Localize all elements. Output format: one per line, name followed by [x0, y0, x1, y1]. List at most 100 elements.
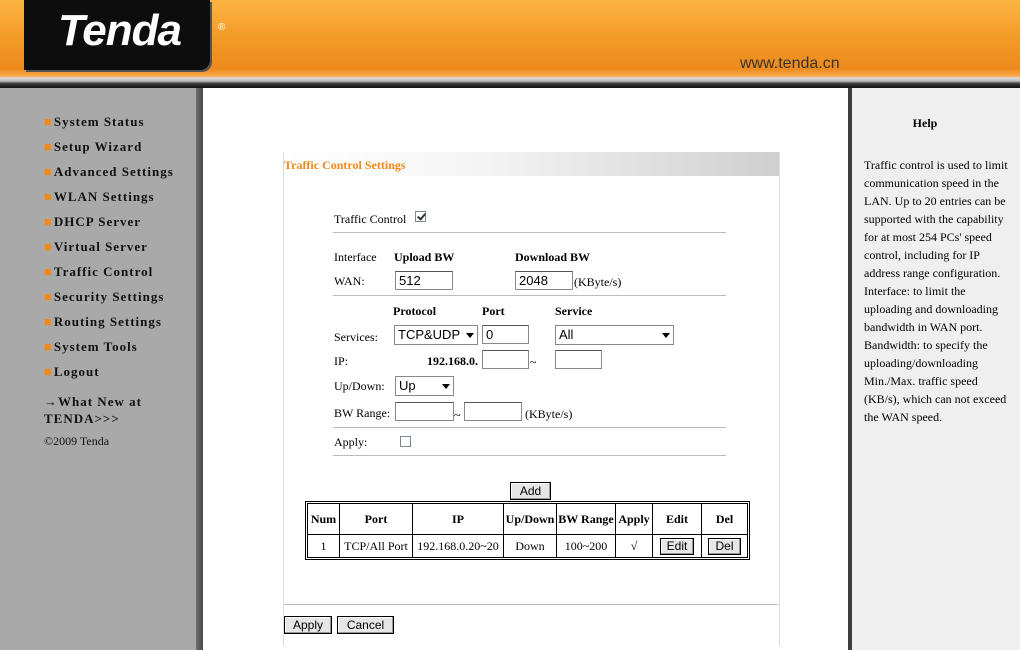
cell-updown: Down [503, 534, 557, 558]
site-url: www.tenda.cn [740, 55, 840, 72]
sidebar-item-label: DHCP Server [53, 214, 142, 229]
bw-range-separator: ~ [454, 408, 461, 422]
bullet-icon: ■ [44, 189, 53, 204]
bullet-icon: ■ [44, 339, 53, 354]
divider [333, 455, 726, 457]
delete-button[interactable]: Del [708, 537, 741, 555]
cell-bw-range: 100~200 [556, 534, 616, 558]
service-select[interactable]: All [555, 325, 674, 345]
table-row: 1 TCP/All Port 192.168.0.20~20 Down 100~… [307, 534, 748, 558]
sidebar-item-label: System Tools [53, 339, 138, 354]
bullet-icon: ■ [44, 214, 53, 229]
column-header-edit: Edit [652, 503, 702, 535]
protocol-selected: TCP&UDP [398, 327, 461, 342]
apply-button[interactable]: Apply [284, 616, 332, 634]
column-header-ip: IP [412, 503, 504, 535]
sidebar-item-label: Virtual Server [53, 239, 148, 254]
sidebar-item-label: System Status [53, 114, 145, 129]
whats-new-line1: →What New at [44, 394, 142, 409]
sidebar-item-label: Traffic Control [53, 264, 154, 279]
table-header-row: Num Port IP Up/Down BW Range Apply Edit … [307, 503, 748, 535]
apply-checkbox[interactable] [400, 436, 411, 447]
cell-edit: Edit [652, 534, 702, 558]
column-header-bw-range: BW Range [556, 503, 616, 535]
whats-new-link[interactable]: →What New at TENDA>>> [44, 393, 142, 427]
panel-title-bar: Traffic Control Settings [284, 152, 779, 176]
sidebar-item-logout[interactable]: ■Logout [44, 364, 100, 380]
upload-bw-input[interactable] [395, 271, 453, 290]
sidebar-item-routing-settings[interactable]: ■Routing Settings [44, 314, 162, 330]
sidebar-item-label: Security Settings [53, 289, 165, 304]
ip-start-input[interactable] [482, 350, 529, 369]
bullet-icon: ■ [44, 364, 53, 379]
bullet-icon: ■ [44, 289, 53, 304]
updown-selected: Up [399, 378, 416, 393]
sidebar-item-wlan-settings[interactable]: ■WLAN Settings [44, 189, 155, 205]
bullet-icon: ■ [44, 264, 53, 279]
bullet-icon: ■ [44, 314, 53, 329]
rules-table: Num Port IP Up/Down BW Range Apply Edit … [305, 501, 750, 560]
edit-button[interactable]: Edit [659, 537, 695, 555]
sidebar-edge [196, 88, 203, 650]
download-bw-input[interactable] [515, 271, 573, 290]
updown-label: Up/Down: [334, 379, 385, 393]
cell-ip: 192.168.0.20~20 [412, 534, 504, 558]
sidebar-item-label: Advanced Settings [53, 164, 174, 179]
service-selected: All [559, 327, 574, 342]
bullet-icon: ■ [44, 114, 53, 129]
bullet-icon: ■ [44, 239, 53, 254]
cell-apply: √ [615, 534, 653, 558]
port-input[interactable] [482, 325, 529, 344]
column-header-num: Num [307, 503, 340, 535]
help-body: Traffic control is used to limit communi… [864, 158, 1008, 424]
column-header-apply: Apply [615, 503, 653, 535]
chevron-down-icon [442, 384, 450, 389]
bw-range-max-input[interactable] [464, 402, 522, 421]
download-unit-label: (KByte/s) [574, 275, 622, 289]
services-label: Services: [334, 330, 378, 344]
sidebar-item-label: Routing Settings [53, 314, 162, 329]
sidebar-item-system-status[interactable]: ■System Status [44, 114, 145, 130]
sidebar-item-label: Logout [53, 364, 100, 379]
upload-bw-label: Upload BW [394, 250, 455, 264]
divider [284, 604, 778, 606]
column-header-del: Del [701, 503, 748, 535]
tenda-logo: Tenda ® [24, 0, 225, 70]
protocol-select[interactable]: TCP&UDP [394, 325, 478, 345]
apply-label: Apply: [334, 435, 368, 449]
sidebar-item-traffic-control[interactable]: ■Traffic Control [44, 264, 153, 280]
cancel-button[interactable]: Cancel [337, 616, 394, 634]
help-panel: Help Traffic control is used to limit co… [852, 88, 1020, 650]
ip-range-separator: ~ [530, 355, 537, 369]
sidebar-item-dhcp-server[interactable]: ■DHCP Server [44, 214, 141, 230]
chevron-down-icon [662, 333, 670, 338]
ip-end-input[interactable] [555, 350, 602, 369]
cell-del: Del [701, 534, 748, 558]
bw-range-unit-label: (KByte/s) [525, 407, 573, 421]
logo-text: Tenda [58, 6, 182, 55]
bw-range-min-input[interactable] [395, 402, 454, 421]
wan-label: WAN: [334, 274, 365, 288]
updown-select[interactable]: Up [395, 376, 454, 396]
sidebar-item-label: Setup Wizard [53, 139, 143, 154]
download-bw-label: Download BW [515, 250, 591, 264]
sidebar-item-setup-wizard[interactable]: ■Setup Wizard [44, 139, 142, 155]
column-header-port: Port [339, 503, 413, 535]
header-banner: Tenda ® www.tenda.cn [0, 0, 1020, 88]
sidebar-item-system-tools[interactable]: ■System Tools [44, 339, 138, 355]
sidebar-item-advanced-settings[interactable]: ■Advanced Settings [44, 164, 174, 180]
bw-range-label: BW Range: [334, 406, 391, 420]
sidebar-item-security-settings[interactable]: ■Security Settings [44, 289, 164, 305]
whats-new-line2: TENDA>>> [44, 411, 120, 426]
cell-port: TCP/All Port [339, 534, 413, 558]
divider [333, 295, 726, 297]
copyright: ©2009 Tenda [44, 434, 110, 448]
ip-label: IP: [334, 354, 349, 368]
bullet-icon: ■ [44, 139, 53, 154]
ip-prefix: 192.168.0. [427, 354, 478, 368]
add-button[interactable]: Add [510, 482, 551, 500]
sidebar-item-virtual-server[interactable]: ■Virtual Server [44, 239, 148, 255]
traffic-control-checkbox[interactable] [415, 211, 426, 222]
port-label: Port [482, 304, 505, 318]
traffic-control-label: Traffic Control [334, 212, 407, 226]
